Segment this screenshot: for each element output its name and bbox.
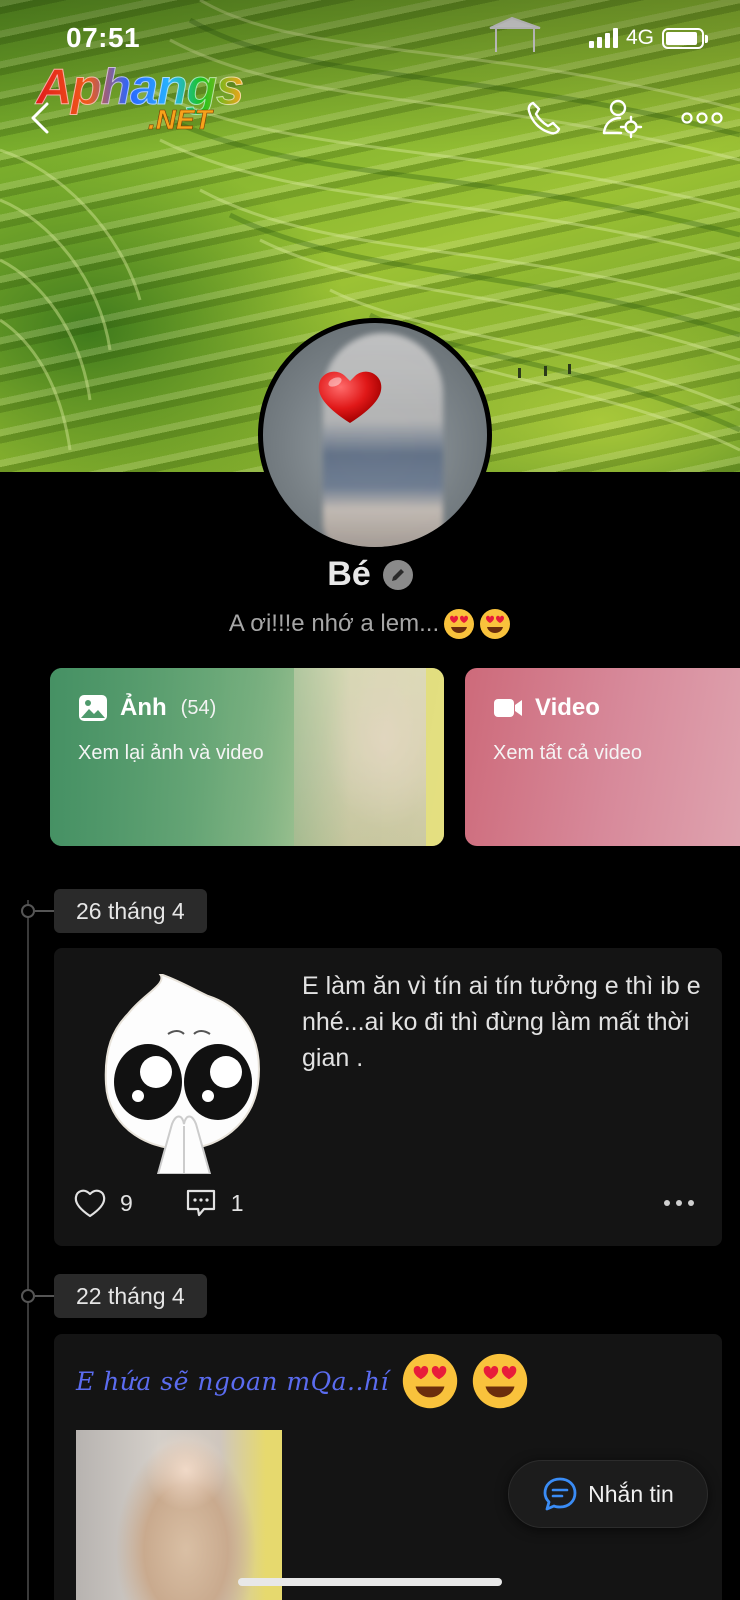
status-time: 07:51: [66, 22, 141, 53]
comment-count: 1: [230, 1189, 244, 1216]
post-text: E hứa sẽ ngoan mQa..hí: [76, 1366, 390, 1396]
heart-outline-icon: [74, 1189, 106, 1218]
chevron-left-icon: [31, 102, 49, 134]
more-dots-icon: [681, 112, 723, 124]
photos-card-subtitle: Xem lại ảnh và video: [78, 742, 264, 764]
avatar[interactable]: [258, 318, 492, 552]
like-button[interactable]: 9: [74, 1188, 133, 1218]
edit-name-button[interactable]: [382, 559, 413, 590]
phone-icon: [527, 101, 561, 135]
watermark-logo: Aphangs .NET: [36, 59, 245, 136]
network-type: 4G: [625, 26, 654, 49]
battery-icon: [662, 27, 708, 49]
heart-sticker-icon: [318, 371, 382, 423]
date-chip: 26 tháng 4: [54, 889, 207, 933]
heart-eyes-emoji-icon: [480, 609, 511, 639]
status-indicators: 4G: [588, 26, 708, 50]
timeline-line: [27, 900, 29, 1600]
pencil-icon: [391, 568, 404, 581]
timeline-dot: [21, 904, 35, 918]
profile-bio: A ơi!!!e nhớ a lem...: [228, 610, 440, 637]
call-button[interactable]: [522, 96, 566, 140]
like-count: 9: [120, 1189, 133, 1216]
videos-card-title: Video: [535, 694, 600, 721]
profile-bio-row: A ơi!!!e nhớ a lem...: [0, 608, 740, 640]
date-chip: 22 tháng 4: [54, 1274, 207, 1318]
back-button[interactable]: [18, 96, 62, 140]
videos-card[interactable]: Video Xem tất cả video: [465, 668, 740, 846]
video-camera-icon: [494, 699, 522, 717]
send-message-button[interactable]: Nhắn tin: [508, 1460, 708, 1528]
pleading-sticker-icon: [104, 974, 260, 1174]
signal-icon: [588, 28, 618, 48]
comment-button[interactable]: 1: [185, 1188, 244, 1218]
image-icon: [79, 695, 107, 721]
profile-settings-button[interactable]: [600, 96, 644, 140]
photos-count: (54): [180, 696, 217, 719]
heart-eyes-emoji-icon: [444, 609, 475, 639]
post-more-button[interactable]: [664, 1200, 694, 1206]
profile-name-row: Bé: [0, 555, 740, 594]
heart-eyes-emoji-icon: [402, 1353, 458, 1409]
photos-card[interactable]: Ảnh (54) Xem lại ảnh và video: [50, 668, 444, 846]
timeline-post[interactable]: E làm ăn vì tín ai tín tưởng e thì ib e …: [54, 948, 722, 1246]
more-button[interactable]: [680, 96, 724, 140]
photos-card-title: Ảnh: [120, 694, 167, 721]
videos-card-subtitle: Xem tất cả video: [493, 742, 642, 764]
profile-name: Bé: [327, 555, 371, 593]
comment-icon: [186, 1189, 215, 1217]
user-settings-icon: [602, 99, 643, 139]
post-photo[interactable]: [76, 1430, 282, 1600]
post-text: E làm ăn vì tín ai tín tưởng e thì ib e …: [302, 972, 701, 1072]
chat-bubble-icon: [543, 1477, 577, 1511]
heart-eyes-emoji-icon: [472, 1353, 528, 1409]
timeline-dot: [21, 1289, 35, 1303]
home-indicator: [238, 1578, 502, 1586]
send-message-label: Nhắn tin: [588, 1480, 674, 1507]
